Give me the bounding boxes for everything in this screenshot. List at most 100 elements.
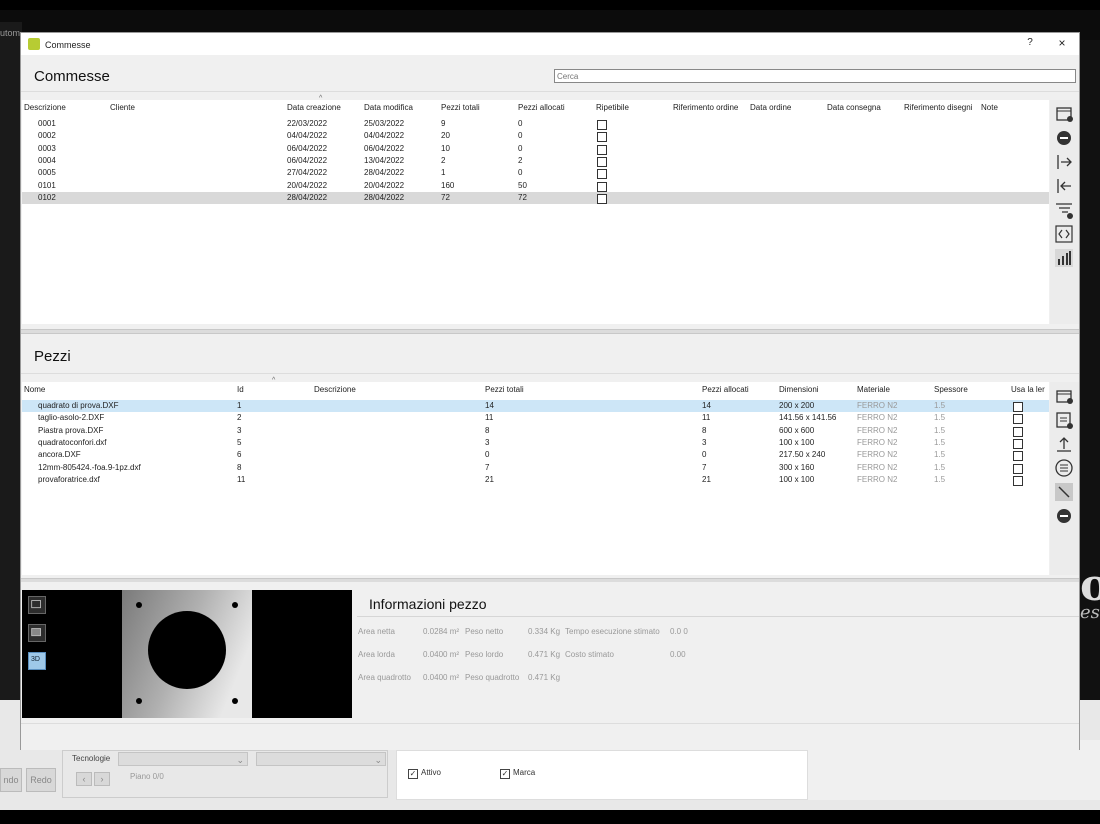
usa-checkbox[interactable] [1013, 402, 1023, 412]
table-row[interactable]: quadratoconfori.dxf 5 3 3 100 x 100 FERRO N2 1… [22, 437, 1049, 449]
area-netta-value: 0.0284 m² [423, 627, 460, 636]
table-row[interactable]: 0004 06/04/2022 13/04/2022 2 2 [22, 155, 1049, 167]
status-strip [21, 723, 1079, 750]
ripetibile-checkbox[interactable] [597, 193, 607, 204]
rotate-3d-icon[interactable]: 3D [28, 652, 46, 670]
redo-button[interactable]: Redo [26, 768, 56, 792]
tecnologia-select[interactable]: ⌄ [118, 752, 248, 766]
check-icon: ✓ [500, 769, 510, 779]
peso-quadrotto-label: Peso quadrotto [465, 673, 520, 682]
cell-id: 6 [237, 450, 242, 460]
table-row[interactable]: ancora.DXF 6 0 0 217.50 x 240 FERRO N2 1.5 [22, 449, 1049, 462]
cell-id: 5 [237, 437, 242, 447]
column-header[interactable]: Data modifica [364, 103, 413, 112]
column-header[interactable]: Materiale [857, 385, 890, 394]
measure-icon[interactable] [1053, 481, 1075, 503]
column-header[interactable]: Cliente [110, 103, 135, 112]
column-header[interactable]: Pezzi totali [441, 103, 480, 112]
peso-lordo-label: Peso lordo [465, 650, 504, 659]
marca-checkbox[interactable]: ✓ Marca [500, 768, 535, 779]
table-row[interactable]: 0005 27/04/2022 28/04/2022 1 0 [22, 167, 1049, 180]
undo-button[interactable]: ndo [0, 768, 22, 792]
usa-checkbox[interactable] [1013, 438, 1023, 449]
cell-desc: 0005 [38, 168, 56, 178]
prev-plane-button[interactable]: ‹ [76, 772, 92, 786]
edit-piece-icon[interactable] [1053, 409, 1075, 431]
usa-checkbox[interactable] [1013, 426, 1023, 437]
column-header[interactable]: Data ordine [750, 103, 791, 112]
table-row[interactable]: Piastra prova.DXF 3 8 8 600 x 600 FERRO N2 1.5 [22, 425, 1049, 437]
column-header[interactable]: Nome [24, 385, 45, 394]
cell-spess: 1.5 [934, 437, 946, 447]
filter-icon[interactable] [1053, 199, 1075, 221]
chart-icon[interactable] [1053, 247, 1075, 269]
cell-mat: FERRO N2 [857, 462, 898, 472]
cell-spess: 1.5 [934, 413, 946, 423]
new-commessa-icon[interactable] [1053, 103, 1075, 125]
next-plane-button[interactable]: › [94, 772, 110, 786]
usa-checkbox[interactable] [1013, 451, 1023, 462]
remove-piece-icon[interactable] [1053, 505, 1075, 527]
table-row[interactable]: 0003 06/04/2022 06/04/2022 10 0 [22, 143, 1049, 155]
code-icon[interactable] [1053, 223, 1075, 245]
column-header[interactable]: Pezzi totali [485, 385, 524, 394]
splitter[interactable] [21, 578, 1079, 582]
search-input[interactable] [554, 69, 1076, 83]
table-row[interactable]: quadrato di prova.DXF 1 14 14 200 x 200 FERRO… [22, 400, 1049, 412]
cell-desc: 0004 [38, 155, 56, 165]
table-row[interactable]: 0001 22/03/2022 25/03/2022 9 0 [22, 118, 1049, 130]
usa-checkbox[interactable] [1013, 475, 1023, 486]
ripetibile-checkbox[interactable] [597, 156, 607, 167]
close-button[interactable]: × [1055, 36, 1069, 50]
column-header[interactable]: Id [237, 385, 244, 394]
list-icon[interactable] [1053, 457, 1075, 479]
splitter[interactable] [21, 329, 1079, 334]
ripetibile-checkbox[interactable] [597, 169, 607, 180]
cell-mat: FERRO N2 [857, 450, 898, 460]
table-row[interactable]: 0102 28/04/2022 28/04/2022 72 72 [22, 191, 1049, 204]
table-row[interactable]: taglio-asolo-2.DXF 2 11 11 141.56 x 141.56 FE… [22, 412, 1049, 425]
usa-checkbox[interactable] [1013, 463, 1023, 474]
cell-totali: 72 [441, 192, 450, 202]
column-header[interactable]: Data creazione [287, 103, 341, 112]
cell-allocati: 7 [702, 462, 707, 472]
import-icon[interactable] [1053, 175, 1075, 197]
column-header[interactable]: Riferimento ordine [673, 103, 738, 112]
cell-modifica: 13/04/2022 [364, 155, 405, 165]
delete-commessa-icon[interactable] [1053, 127, 1075, 149]
cell-mat: FERRO N2 [857, 413, 898, 423]
column-header[interactable]: Data consegna [827, 103, 881, 112]
column-header[interactable]: Riferimento disegni [904, 103, 972, 112]
column-header[interactable]: Spessore [934, 385, 968, 394]
ripetibile-checkbox[interactable] [597, 181, 607, 192]
column-header[interactable]: Usa la ler [1011, 385, 1045, 394]
table-row[interactable]: provaforatrice.dxf 11 21 21 100 x 100 FERRO N… [22, 474, 1049, 486]
column-header[interactable]: Dimensioni [779, 385, 819, 394]
background-top-strip [0, 0, 1100, 10]
table-row[interactable]: 0101 20/04/2022 20/04/2022 160 50 [22, 180, 1049, 192]
table-row[interactable]: 0002 04/04/2022 04/04/2022 20 0 [22, 130, 1049, 143]
help-button[interactable]: ? [1023, 37, 1037, 51]
secondary-select[interactable]: ⌄ [256, 752, 386, 766]
export-icon[interactable] [1053, 151, 1075, 173]
title-bar: Commesse ? × [21, 33, 1079, 55]
view-2d-icon[interactable] [28, 596, 46, 614]
add-piece-icon[interactable] [1053, 385, 1075, 407]
column-header[interactable]: Descrizione [24, 103, 66, 112]
column-header[interactable]: Descrizione [314, 385, 356, 394]
table-row[interactable]: 12mm-805424.-foa.9-1pz.dxf 8 7 7 300 x 160 FE… [22, 462, 1049, 474]
column-header[interactable]: Ripetibile [596, 103, 629, 112]
column-header[interactable]: Pezzi allocati [702, 385, 749, 394]
attivo-checkbox[interactable]: ✓ Attivo [408, 768, 441, 779]
divider [21, 91, 1079, 92]
cell-spess: 1.5 [934, 474, 946, 484]
background-options-panel [396, 750, 808, 800]
view-fill-icon[interactable] [28, 624, 46, 642]
ripetibile-checkbox[interactable] [597, 120, 607, 130]
ripetibile-checkbox[interactable] [597, 144, 607, 155]
column-header[interactable]: Pezzi allocati [518, 103, 565, 112]
upload-icon[interactable] [1053, 433, 1075, 455]
usa-checkbox[interactable] [1013, 414, 1023, 425]
column-header[interactable]: Note [981, 103, 998, 112]
ripetibile-checkbox[interactable] [597, 132, 607, 143]
